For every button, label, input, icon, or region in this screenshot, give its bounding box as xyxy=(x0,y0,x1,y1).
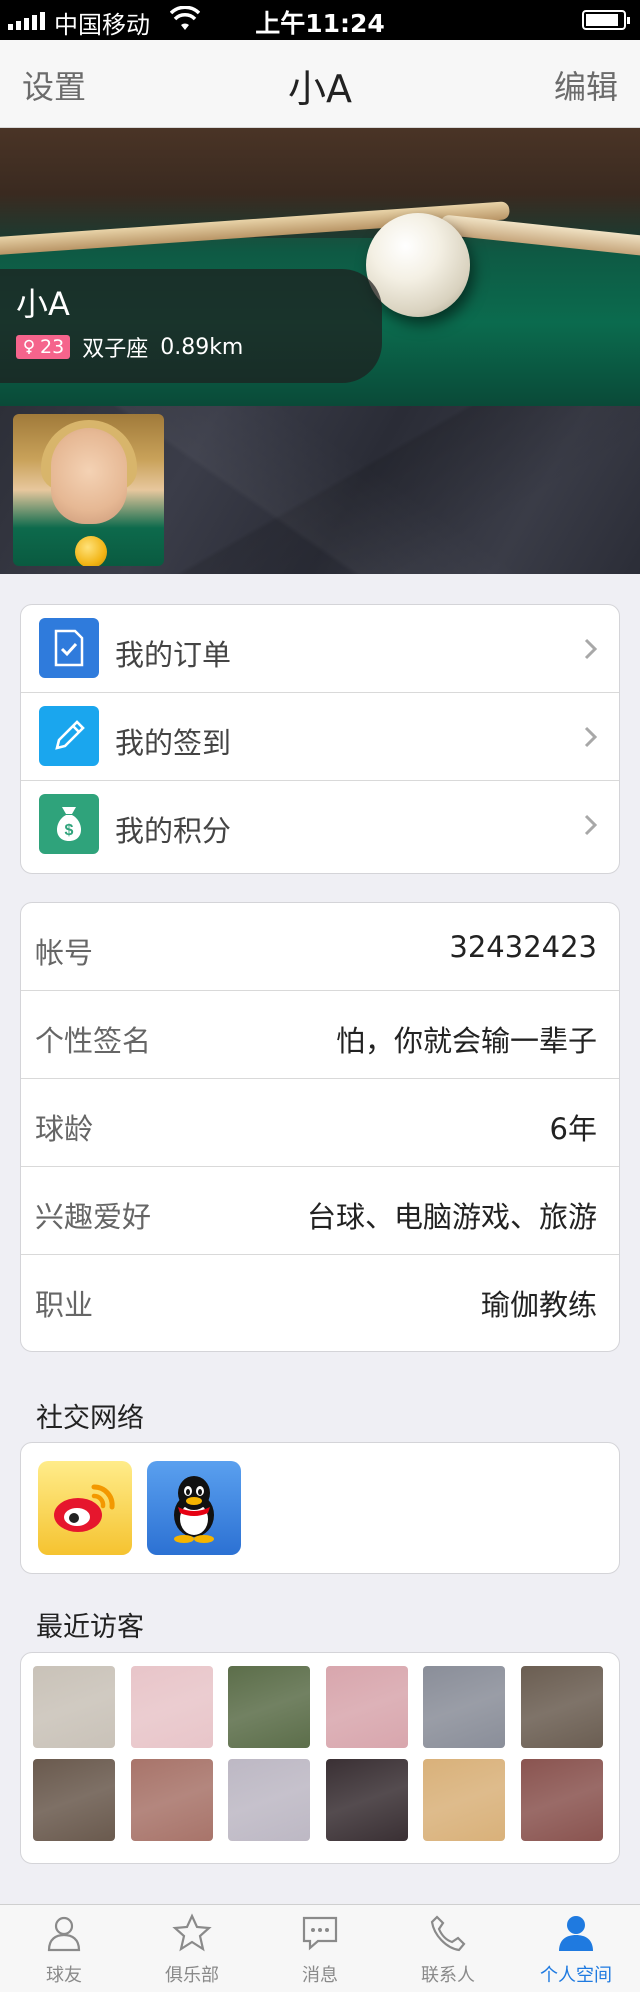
info-value: 6年 xyxy=(549,1112,597,1146)
visitor-avatar[interactable] xyxy=(423,1666,505,1748)
social-network-list xyxy=(20,1442,620,1574)
visitor-avatar[interactable] xyxy=(33,1666,115,1748)
person-outline-icon xyxy=(47,1916,81,1952)
tab-label: 个人空间 xyxy=(540,1965,612,1986)
order-check-icon xyxy=(39,618,99,678)
info-key: 职业 xyxy=(35,1288,94,1322)
chat-bubble-icon xyxy=(302,1916,338,1951)
phone-icon xyxy=(430,1915,466,1952)
info-value: 怕，你就会输一辈子 xyxy=(335,1024,597,1058)
tab-label: 联系人 xyxy=(421,1965,475,1986)
tab-personal-space[interactable]: 个人空间 xyxy=(512,1905,640,1992)
visitor-avatar[interactable] xyxy=(325,1759,408,1841)
profile-info-panel: 小A 23 双子座 0.89km xyxy=(0,269,382,383)
profile-details: 帐号 32432423 个性签名 怕，你就会输一辈子 球龄 6年 兴趣爱好 台球… xyxy=(20,902,620,1352)
visitor-avatar[interactable] xyxy=(228,1759,310,1841)
pencil-icon xyxy=(39,706,99,766)
info-value: 台球、电脑游戏、旅游 xyxy=(306,1200,597,1234)
page-title: 小A xyxy=(288,67,352,111)
visitor-avatar[interactable] xyxy=(33,1759,115,1841)
cover-image: 小A 23 双子座 0.89km xyxy=(0,128,640,406)
info-key: 兴趣爱好 xyxy=(35,1200,152,1234)
battery-icon xyxy=(582,10,630,30)
tab-label: 球友 xyxy=(46,1965,82,1986)
visitor-avatar[interactable] xyxy=(130,1759,213,1841)
info-row-account: 帐号 32432423 xyxy=(21,903,619,991)
tab-bar: 球友 俱乐部 消息 联系人 个人空间 xyxy=(0,1904,640,1992)
star-badge-icon xyxy=(172,1913,212,1952)
visitor-avatar[interactable] xyxy=(423,1759,505,1841)
info-row-signature: 个性签名 怕，你就会输一辈子 xyxy=(21,991,619,1079)
info-key: 个性签名 xyxy=(35,1024,152,1058)
edit-button[interactable]: 编辑 xyxy=(554,62,618,108)
info-row-occupation: 职业 瑜伽教练 xyxy=(21,1255,619,1343)
visitor-avatar[interactable] xyxy=(520,1666,603,1748)
info-value: 瑜伽教练 xyxy=(480,1288,597,1322)
tab-label: 俱乐部 xyxy=(165,1965,219,1986)
tab-club[interactable]: 俱乐部 xyxy=(128,1905,256,1992)
distance-label: 0.89km xyxy=(160,334,244,360)
visitor-avatar[interactable] xyxy=(228,1666,310,1748)
qq-icon[interactable] xyxy=(147,1461,241,1555)
person-filled-icon xyxy=(559,1916,593,1951)
info-key: 帐号 xyxy=(35,936,94,970)
nav-bar: 设置 小A 编辑 xyxy=(0,40,640,128)
info-row-experience: 球龄 6年 xyxy=(21,1079,619,1167)
age-badge: 23 xyxy=(16,335,71,359)
menu-list: 我的订单 我的签到 $ 我的积分 xyxy=(20,604,620,874)
profile-meta: 23 双子座 0.89km xyxy=(16,331,243,363)
chevron-right-icon xyxy=(584,814,598,836)
info-key: 球龄 xyxy=(35,1112,94,1146)
status-bar: 中国移动 上午11:24 xyxy=(0,0,640,40)
chevron-right-icon xyxy=(584,638,598,660)
menu-item-points[interactable]: $ 我的积分 xyxy=(21,781,619,869)
visitor-avatar[interactable] xyxy=(325,1666,408,1748)
menu-item-orders[interactable]: 我的订单 xyxy=(21,605,619,693)
zodiac-label: 双子座 xyxy=(82,337,149,362)
svg-text:$: $ xyxy=(65,822,74,839)
menu-item-label: 我的签到 xyxy=(115,726,232,760)
female-icon xyxy=(24,339,34,354)
menu-item-label: 我的积分 xyxy=(115,814,232,848)
tab-messages[interactable]: 消息 xyxy=(256,1905,384,1992)
money-bag-icon: $ xyxy=(39,794,99,854)
clock: 上午11:24 xyxy=(255,9,385,38)
social-section-title: 社交网络 xyxy=(36,1403,144,1434)
age-value: 23 xyxy=(40,336,65,358)
visitors-section-title: 最近访客 xyxy=(36,1612,144,1643)
chevron-right-icon xyxy=(584,726,598,748)
visitor-grid xyxy=(20,1652,620,1864)
avatar[interactable] xyxy=(13,414,164,566)
menu-item-label: 我的订单 xyxy=(115,638,232,672)
tab-players[interactable]: 球友 xyxy=(0,1905,128,1992)
visitor-avatar[interactable] xyxy=(130,1666,213,1748)
weibo-icon[interactable] xyxy=(38,1461,132,1555)
tab-label: 消息 xyxy=(302,1965,338,1986)
info-value: 32432423 xyxy=(449,930,597,964)
cue-ball xyxy=(366,213,470,317)
tab-contacts[interactable]: 联系人 xyxy=(384,1905,512,1992)
profile-name: 小A xyxy=(16,285,70,323)
menu-item-checkin[interactable]: 我的签到 xyxy=(21,693,619,781)
visitor-avatar[interactable] xyxy=(520,1759,603,1841)
info-row-hobbies: 兴趣爱好 台球、电脑游戏、旅游 xyxy=(21,1167,619,1255)
